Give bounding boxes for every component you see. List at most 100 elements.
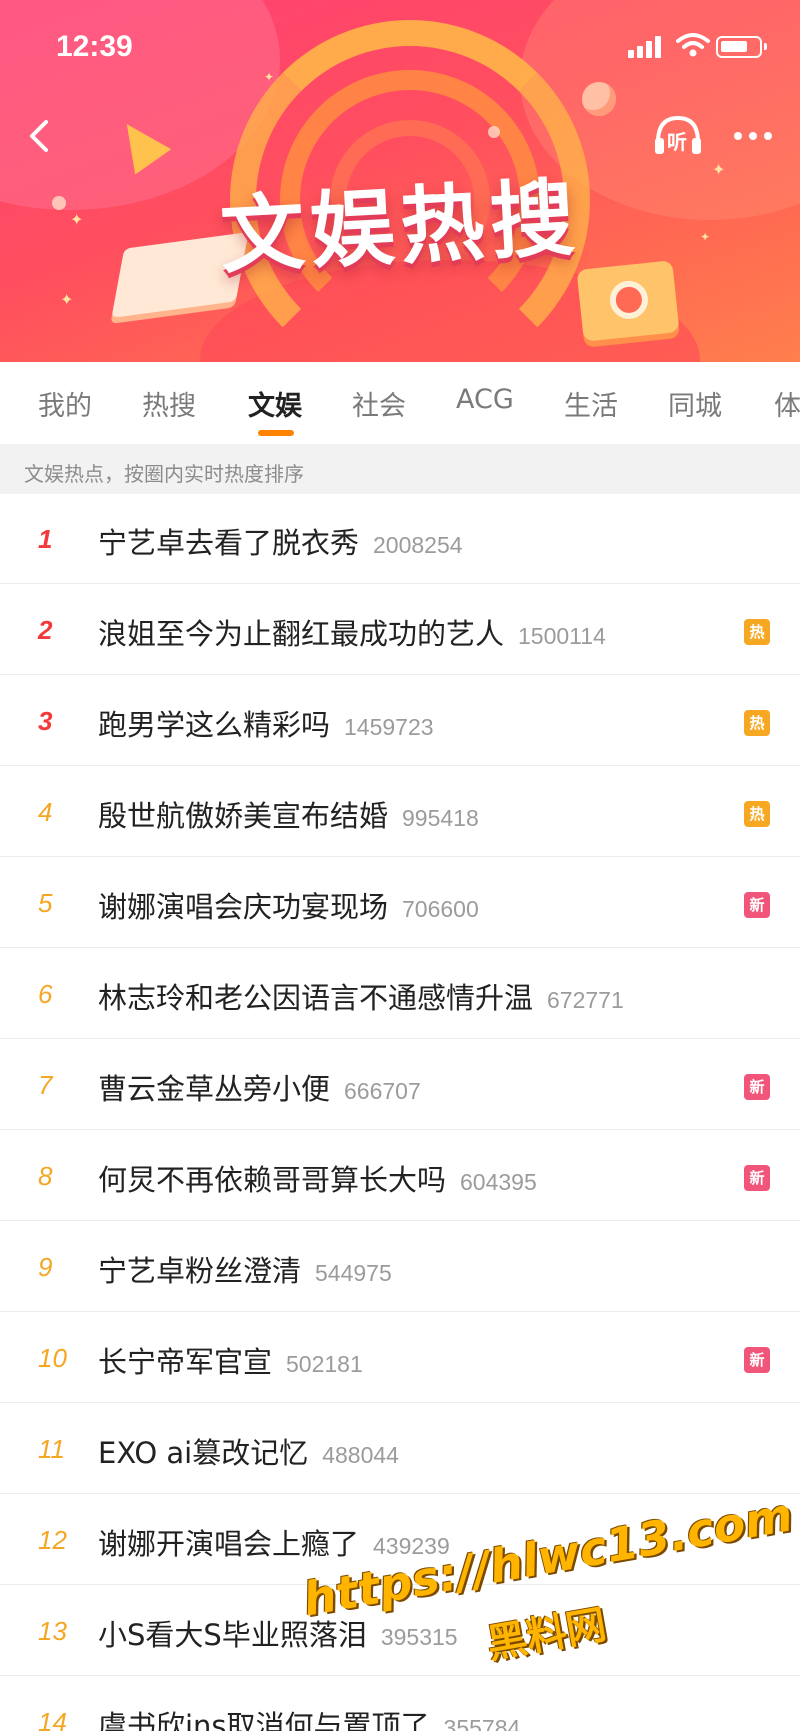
heat-count: 355784 <box>443 1715 521 1731</box>
rank-number: 6 <box>38 979 53 1009</box>
list-item[interactable]: 6 林志玲和老公因语言不通感情升温 672771 <box>0 949 800 1039</box>
category-tabs: 我的 热搜 文娱 社会 ACG 生活 同城 体 <box>0 362 800 444</box>
tab-local[interactable]: 同城 <box>668 384 722 423</box>
heat-count: 672771 <box>547 987 624 1013</box>
topic-title: 虞书欣ins取消何与置顶了 <box>98 1709 430 1731</box>
list-description: 文娱热点，按圈内实时热度排序 <box>0 444 800 494</box>
topic-text: 宁艺卓粉丝澄清 544975 <box>98 1248 392 1290</box>
topic-text: 小S看大S毕业照落泪 395315 <box>98 1612 458 1654</box>
hot-badge: 热 <box>744 619 770 645</box>
topic-text: 长宁帝军官宣 502181 <box>98 1339 363 1381</box>
tab-acg[interactable]: ACG <box>456 384 514 415</box>
topic-title: EXO ai篡改记忆 <box>98 1436 309 1470</box>
topic-title: 长宁帝军官宣 <box>98 1345 273 1379</box>
heat-count: 502181 <box>286 1351 363 1377</box>
heat-count: 604395 <box>460 1169 537 1195</box>
heat-count: 1459723 <box>344 714 434 740</box>
tab-hot-search[interactable]: 热搜 <box>142 384 196 423</box>
list-item[interactable]: 7 曹云金草丛旁小便 666707 新 <box>0 1040 800 1130</box>
rank-number: 2 <box>38 615 53 645</box>
status-bar: 12:39 <box>0 0 800 96</box>
heat-count: 544975 <box>315 1260 392 1286</box>
list-item[interactable]: 1 宁艺卓去看了脱衣秀 2008254 <box>0 494 800 584</box>
banner: ✦ ✦ ✦ ✦ ✦ 文娱热搜 12:39 听 <box>0 0 800 362</box>
rank-number: 3 <box>38 706 53 736</box>
topic-title: 曹云金草丛旁小便 <box>98 1072 331 1106</box>
topic-title: 殷世航傲娇美宣布结婚 <box>98 799 389 833</box>
wifi-icon <box>676 33 710 57</box>
rank-number: 5 <box>38 888 53 918</box>
new-badge: 新 <box>744 1165 770 1191</box>
list-item[interactable]: 2 浪姐至今为止翻红最成功的艺人 1500114 热 <box>0 585 800 675</box>
topic-text: 浪姐至今为止翻红最成功的艺人 1500114 <box>98 611 606 653</box>
rank-number: 4 <box>38 797 53 827</box>
rank-number: 14 <box>38 1707 67 1731</box>
heat-count: 2008254 <box>373 532 463 558</box>
cellular-signal-icon <box>628 34 668 58</box>
list-item[interactable]: 14 虞书欣ins取消何与置顶了 355784 <box>0 1677 800 1731</box>
topic-title: 宁艺卓去看了脱衣秀 <box>98 526 360 560</box>
topic-title: 何炅不再依赖哥哥算长大吗 <box>98 1163 447 1197</box>
rank-number: 7 <box>38 1070 53 1100</box>
topic-text: 跑男学这么精彩吗 1459723 <box>98 702 434 744</box>
listen-button[interactable]: 听 <box>650 112 706 160</box>
topic-title: 跑男学这么精彩吗 <box>98 708 331 742</box>
heat-count: 1500114 <box>518 623 606 649</box>
listen-label: 听 <box>667 130 687 154</box>
rank-number: 8 <box>38 1161 53 1191</box>
dot-icon <box>749 132 757 140</box>
topic-text: 虞书欣ins取消何与置顶了 355784 <box>98 1703 520 1731</box>
heat-count: 395315 <box>380 1624 458 1650</box>
topic-title: 宁艺卓粉丝澄清 <box>98 1254 302 1288</box>
dot-icon <box>734 132 742 140</box>
tab-sports[interactable]: 体 <box>774 384 800 423</box>
topic-text: 林志玲和老公因语言不通感情升温 672771 <box>98 975 624 1017</box>
tab-society[interactable]: 社会 <box>352 384 406 423</box>
list-item[interactable]: 3 跑男学这么精彩吗 1459723 热 <box>0 676 800 766</box>
list-item[interactable]: 11 EXO ai篡改记忆 488044 <box>0 1404 800 1494</box>
hot-badge: 热 <box>744 801 770 827</box>
list-item[interactable]: 8 何炅不再依赖哥哥算长大吗 604395 新 <box>0 1131 800 1221</box>
topic-title: 谢娜演唱会庆功宴现场 <box>98 890 389 924</box>
description-text: 文娱热点，按圈内实时热度排序 <box>24 462 304 486</box>
topic-text: 谢娜演唱会庆功宴现场 706600 <box>98 884 479 926</box>
dot-icon <box>764 132 772 140</box>
new-badge: 新 <box>744 1074 770 1100</box>
hot-badge: 热 <box>744 710 770 736</box>
heat-count: 666707 <box>344 1078 421 1104</box>
list-item[interactable]: 9 宁艺卓粉丝澄清 544975 <box>0 1222 800 1312</box>
tab-mine[interactable]: 我的 <box>38 384 92 423</box>
topic-text: 曹云金草丛旁小便 666707 <box>98 1066 421 1108</box>
camera-illustration <box>576 260 680 342</box>
rank-number: 1 <box>38 524 53 554</box>
topic-text: 殷世航傲娇美宣布结婚 995418 <box>98 793 479 835</box>
rank-number: 9 <box>38 1252 53 1282</box>
heat-count: 706600 <box>402 896 479 922</box>
topic-text: EXO ai篡改记忆 488044 <box>98 1430 399 1472</box>
tab-life[interactable]: 生活 <box>564 384 618 423</box>
list-item[interactable]: 4 殷世航傲娇美宣布结婚 995418 热 <box>0 767 800 857</box>
list-item[interactable]: 10 长宁帝军官宣 502181 新 <box>0 1313 800 1403</box>
tab-entertainment[interactable]: 文娱 <box>248 384 302 423</box>
topic-title: 浪姐至今为止翻红最成功的艺人 <box>98 617 505 651</box>
topic-text: 宁艺卓去看了脱衣秀 2008254 <box>98 520 463 562</box>
more-options-button[interactable] <box>728 118 778 154</box>
new-badge: 新 <box>744 892 770 918</box>
rank-number: 12 <box>38 1525 67 1555</box>
battery-icon <box>716 36 767 58</box>
chevron-left-icon <box>30 120 48 152</box>
list-item[interactable]: 5 谢娜演唱会庆功宴现场 706600 新 <box>0 858 800 948</box>
topic-title: 林志玲和老公因语言不通感情升温 <box>98 981 534 1015</box>
back-button[interactable] <box>16 112 64 160</box>
rank-number: 10 <box>38 1343 67 1373</box>
topic-title: 谢娜开演唱会上瘾了 <box>98 1527 360 1561</box>
rank-number: 11 <box>38 1434 65 1464</box>
clock: 12:39 <box>56 30 133 63</box>
topic-text: 何炅不再依赖哥哥算长大吗 604395 <box>98 1157 537 1199</box>
rank-number: 13 <box>38 1616 67 1646</box>
heat-count: 995418 <box>402 805 479 831</box>
dot-decoration <box>488 126 500 138</box>
new-badge: 新 <box>744 1347 770 1373</box>
heat-count: 488044 <box>322 1442 399 1468</box>
active-tab-indicator <box>258 430 294 436</box>
